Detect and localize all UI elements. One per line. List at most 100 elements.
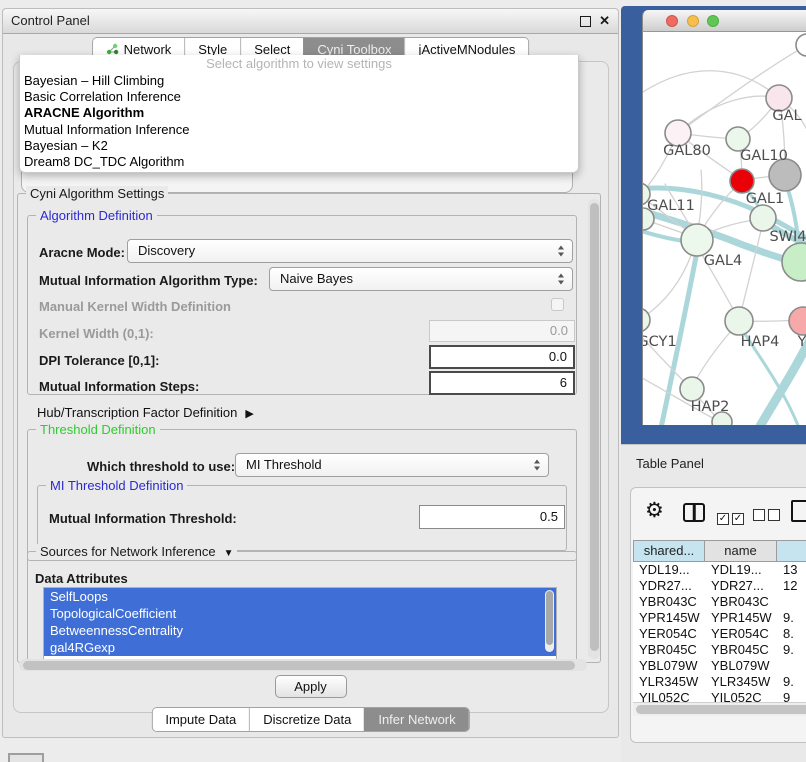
mi-threshold-definition-title: MI Threshold Definition — [46, 478, 187, 493]
network-node-gal4[interactable] — [681, 224, 713, 256]
hub-definition-toggle[interactable]: Hub/Transcription Factor Definition▶ — [37, 405, 254, 420]
dropdown-item[interactable]: Dream8 DC_TDC Algorithm — [20, 154, 578, 170]
close-icon[interactable]: ✕ — [599, 9, 610, 33]
list-scrollbar[interactable] — [545, 590, 554, 652]
node-label-y: Y — [797, 334, 806, 350]
kernel-width-field[interactable]: 0.0 — [429, 320, 575, 342]
mi-algorithm-type-value: Naive Bayes — [280, 268, 353, 290]
network-window-titlebar[interactable] — [642, 10, 806, 32]
table-header-name[interactable]: name — [705, 540, 777, 562]
mac-minimize-icon[interactable] — [687, 15, 699, 27]
table-cell: YDL19... — [711, 562, 762, 578]
settings-horizontal-scrollbar[interactable] — [19, 659, 587, 671]
network-edge[interactable] — [678, 96, 779, 133]
kernel-width-label: Kernel Width (0,1): — [39, 326, 154, 341]
list-item[interactable]: gal4RGexp — [44, 639, 556, 656]
table-cell: YBL079W — [639, 658, 698, 674]
table-row[interactable]: YLR345WYLR345W9. — [633, 674, 806, 690]
mac-close-icon[interactable] — [666, 15, 678, 27]
table-cell: YER054C — [639, 626, 697, 642]
kernel-width-value: 0.0 — [550, 323, 568, 338]
table-row[interactable]: YBL079W YBL079W — [633, 658, 806, 674]
list-item[interactable]: TopologicalCoefficient — [44, 605, 556, 622]
table-row[interactable]: YPR145WYPR145W9. — [633, 610, 806, 626]
data-attributes-list[interactable]: SelfLoopsTopologicalCoefficientBetweenne… — [43, 587, 557, 663]
dropdown-item[interactable]: ARACNE Algorithm — [20, 105, 578, 121]
network-node-gal1[interactable] — [730, 169, 754, 193]
split-view-icon[interactable] — [683, 503, 705, 522]
deselect-all-checkboxes-icon[interactable] — [753, 508, 783, 526]
table-cell: 8. — [783, 626, 794, 642]
network-node[interactable] — [782, 243, 806, 281]
table-row[interactable]: YDL19...YDL19...13 — [633, 562, 806, 578]
threshold-definition-title: Threshold Definition — [36, 422, 160, 437]
network-node-hap4[interactable] — [725, 307, 753, 335]
dropdown-item[interactable]: Bayesian – K2 — [20, 138, 578, 154]
table-header-extra[interactable] — [777, 540, 806, 562]
table-cell: YBR045C — [639, 642, 697, 658]
list-item[interactable]: SelfLoops — [44, 588, 556, 605]
document-icon[interactable] — [791, 500, 806, 522]
tab-infer-network[interactable]: Infer Network — [364, 708, 468, 731]
mi-steps-field[interactable]: 6 — [429, 371, 575, 395]
table-cell: YBL079W — [711, 658, 770, 674]
table-row[interactable]: YER054C YER054C 8. — [633, 626, 806, 642]
network-edge[interactable] — [739, 222, 763, 320]
table-cell: 9. — [783, 610, 794, 626]
network-canvas[interactable]: GALGAL80GAL10GAL1GAL11SWI4GAL4GCY1HAP4YH… — [642, 32, 806, 425]
select-all-checkboxes-icon[interactable]: ✓✓ — [717, 508, 747, 526]
algorithm-dropdown-popup: Select algorithm to view settings Bayesi… — [19, 55, 579, 173]
table-row[interactable]: YBR043CYBR043C — [633, 594, 806, 610]
tab-discretize-data[interactable]: Discretize Data — [249, 708, 364, 731]
table-cell: 9 — [783, 690, 790, 702]
network-edge[interactable] — [643, 71, 779, 98]
aracne-mode-combobox[interactable]: Discovery — [127, 239, 573, 263]
node-label-hap4: HAP4 — [741, 334, 780, 350]
which-threshold-value: MI Threshold — [246, 454, 322, 476]
manual-kernel-width-label: Manual Kernel Width Definition — [39, 299, 231, 314]
network-node[interactable] — [796, 34, 806, 56]
tab-impute-data[interactable]: Impute Data — [152, 708, 249, 731]
table-cell: YLR345W — [711, 674, 770, 690]
which-threshold-combobox[interactable]: MI Threshold — [235, 453, 549, 477]
table-body[interactable]: YDL19...YDL19...13YDR27...YDR27...12YBR0… — [633, 562, 806, 702]
settings-vertical-scrollbar[interactable] — [588, 199, 600, 659]
dropdown-item[interactable]: Basic Correlation Inference — [20, 89, 578, 105]
dpi-tolerance-value: 0.0 — [549, 349, 567, 364]
network-node-hap2[interactable] — [680, 377, 704, 401]
network-node-gcy1[interactable] — [643, 308, 650, 332]
node-label-gal1: GAL1 — [746, 191, 784, 207]
mi-threshold-field[interactable]: 0.5 — [419, 505, 565, 529]
network-graph[interactable]: GALGAL80GAL10GAL1GAL11SWI4GAL4GCY1HAP4YH… — [643, 32, 806, 425]
manual-kernel-width-checkbox[interactable] — [551, 298, 564, 311]
collapsed-panel-button[interactable] — [8, 753, 44, 762]
table-header-row: shared...name — [633, 540, 806, 562]
table-row[interactable]: YBR045CYBR045C9. — [633, 642, 806, 658]
table-row[interactable]: YIL052CYIL052C9 — [633, 690, 806, 702]
sources-group-title[interactable]: Sources for Network Inference▼ — [36, 544, 237, 559]
expanded-arrow-icon: ▼ — [224, 548, 234, 559]
dropdown-item[interactable]: Bayesian – Hill Climbing — [20, 73, 578, 89]
control-panel-titlebar[interactable]: Control Panel ✕ — [3, 9, 618, 34]
table-cell: YDL19... — [639, 562, 690, 578]
table-cell: YDR27... — [639, 578, 692, 594]
table-header-shared[interactable]: shared... — [633, 540, 705, 562]
list-item[interactable]: BetweennessCentrality — [44, 622, 556, 639]
gear-icon[interactable]: ⚙ — [645, 498, 664, 523]
dpi-tolerance-field[interactable]: 0.0 — [429, 345, 575, 369]
table-cell: YER054C — [711, 626, 769, 642]
collapsed-arrow-icon: ▶ — [245, 408, 253, 420]
table-row[interactable]: YDR27...YDR27...12 — [633, 578, 806, 594]
mi-algorithm-type-combobox[interactable]: Naive Bayes — [269, 267, 573, 291]
table-panel: ⚙ ✓✓ shared...name YDL19...YDL19...13YDR… — [630, 487, 806, 743]
table-horizontal-scrollbar[interactable] — [633, 702, 806, 716]
application-window: Control Panel ✕ NetworkStyleSelectCyni T… — [0, 0, 806, 762]
aracne-mode-label: Aracne Mode: — [39, 245, 125, 260]
dropdown-item[interactable]: Mutual Information Inference — [20, 122, 578, 138]
float-window-icon[interactable] — [580, 16, 591, 27]
network-node-y[interactable] — [789, 307, 806, 335]
mac-zoom-icon[interactable] — [707, 15, 719, 27]
network-node-swi4[interactable] — [750, 205, 776, 231]
table-panel-area: Table Panel ⚙ ✓✓ shared...name YDL19...Y… — [621, 444, 806, 762]
apply-button[interactable]: Apply — [275, 675, 347, 698]
